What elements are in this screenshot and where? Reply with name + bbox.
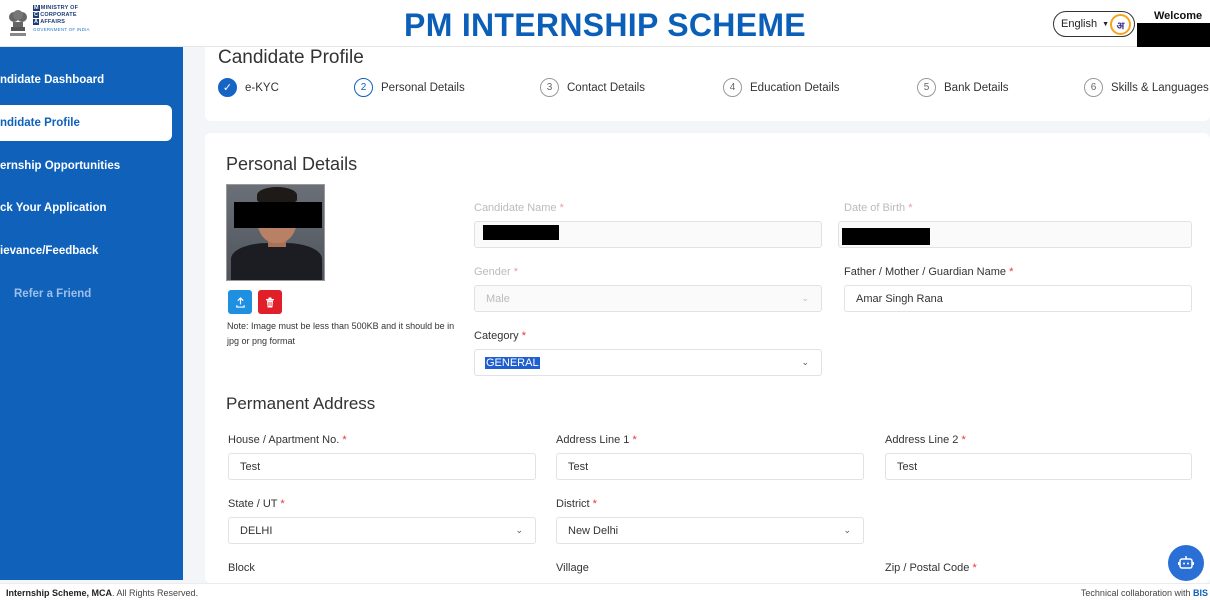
zip-label: Zip / Postal Code * [885,562,977,574]
step-label: Education Details [750,81,840,94]
sidebar: ndidate Dashboard ndidate Profile ernshi… [0,47,183,580]
step-label: Bank Details [944,81,1009,94]
address-line1-value: Test [568,460,589,473]
step-education-details[interactable]: 4 Education Details [723,78,840,97]
house-label: House / Apartment No. * [228,434,347,446]
district-label: District * [556,498,597,510]
caret-down-icon: ▼ [1102,20,1110,28]
step-personal-details[interactable]: 2 Personal Details [354,78,465,97]
profile-stepper-card: Candidate Profile ✓ e-KYC 2 Personal Det… [205,47,1210,121]
footer-credit: Technical collaboration with BIS [1080,588,1208,598]
sidebar-item-refer-friend[interactable]: Refer a Friend [0,276,172,312]
top-header: M MINISTRY OF C CORPORATE A AFFAIRS GOVERNM… [0,0,1210,47]
sidebar-item-label: ievance/Feedback [0,245,99,257]
chat-bot-button[interactable] [1168,545,1204,581]
step-number: 2 [354,78,373,97]
address-line2-input[interactable]: Test [885,453,1192,480]
footer: Internship Scheme, MCA. All Rights Reser… [0,583,1210,600]
step-number: 6 [1084,78,1103,97]
dob-label: Date of Birth * [844,202,913,214]
chevron-down-icon: ⌄ [843,525,851,535]
welcome-label: Welcome [1154,10,1203,22]
guardian-name-value: Amar Singh Rana [856,292,943,305]
category-label: Category * [474,330,526,342]
permanent-address-heading: Permanent Address [226,394,376,413]
chat-bot-icon [1178,556,1194,569]
redacted-username [1137,23,1210,47]
sidebar-item-label: ndidate Dashboard [0,74,105,86]
footer-copyright: Internship Scheme, MCA. All Rights Reser… [6,588,199,598]
state-value: DELHI [240,524,273,537]
step-label: e-KYC [245,81,279,94]
gender-value: Male [486,292,510,305]
sidebar-item-label: ernship Opportunities [0,160,121,172]
category-value: GENERAL [485,356,540,369]
redacted-eyes [234,202,322,228]
address-line2-value: Test [897,460,918,473]
block-label: Block [228,562,255,574]
sidebar-item-track-application[interactable]: ck Your Application [0,190,172,226]
candidate-name-label: Candidate Name * [474,202,564,214]
address-line1-input[interactable]: Test [556,453,864,480]
chevron-down-icon: ⌄ [801,293,809,303]
upload-icon [235,296,245,308]
address-line2-label: Address Line 2 * [885,434,966,446]
sidebar-item-grievance[interactable]: ievance/Feedback [0,233,172,269]
step-label: Contact Details [567,81,645,94]
village-label: Village [556,562,589,574]
redacted-candidate-name [483,225,559,240]
guardian-name-label: Father / Mother / Guardian Name * [844,266,1014,278]
gender-label: Gender * [474,266,519,278]
address-line1-label: Address Line 1 * [556,434,637,446]
chevron-down-icon: ⌄ [801,357,809,367]
delete-photo-button[interactable] [258,290,282,314]
guardian-name-input[interactable]: Amar Singh Rana [844,285,1192,312]
category-select[interactable]: GENERAL ⌄ [474,349,822,376]
sidebar-item-dashboard[interactable]: ndidate Dashboard [0,62,172,98]
candidate-photo [226,184,325,281]
candidate-name-field [474,221,822,248]
district-select[interactable]: New Delhi ⌄ [556,517,864,544]
photo-note: Note: Image must be less than 500KB and … [227,321,455,346]
step-number: 5 [917,78,936,97]
step-bank-details[interactable]: 5 Bank Details [917,78,1009,97]
step-label: Skills & Languages [1111,81,1209,94]
sidebar-item-label: ndidate Profile [0,117,80,129]
trash-icon [266,297,274,307]
redacted-dob [842,228,930,245]
step-skills-languages[interactable]: 6 Skills & Languages [1084,78,1209,97]
chevron-down-icon: ⌄ [515,525,523,535]
step-ekyc[interactable]: ✓ e-KYC [218,78,279,97]
gender-select: Male ⌄ [474,285,822,312]
step-number: 3 [540,78,559,97]
step-label: Personal Details [381,81,465,94]
step-number: 4 [723,78,742,97]
sidebar-item-profile[interactable]: ndidate Profile [0,105,172,141]
check-icon: ✓ [218,78,237,97]
scheme-logo-icon: अ [1110,14,1131,35]
state-select[interactable]: DELHI ⌄ [228,517,536,544]
language-label: English [1061,18,1098,30]
language-select[interactable]: English ▼ अ [1053,11,1135,37]
personal-details-heading: Personal Details [226,154,358,174]
upload-photo-button[interactable] [228,290,252,314]
step-contact-details[interactable]: 3 Contact Details [540,78,645,97]
house-input[interactable]: Test [228,453,536,480]
sidebar-item-opportunities[interactable]: ernship Opportunities [0,148,172,184]
page-title: Candidate Profile [218,47,364,68]
state-label: State / UT * [228,498,285,510]
sidebar-item-label: ck Your Application [0,202,107,214]
dob-field [838,221,1192,248]
sidebar-item-label: Refer a Friend [14,288,92,300]
district-value: New Delhi [568,524,619,537]
site-title: PM INTERNSHIP SCHEME [404,7,806,43]
house-value: Test [240,460,261,473]
